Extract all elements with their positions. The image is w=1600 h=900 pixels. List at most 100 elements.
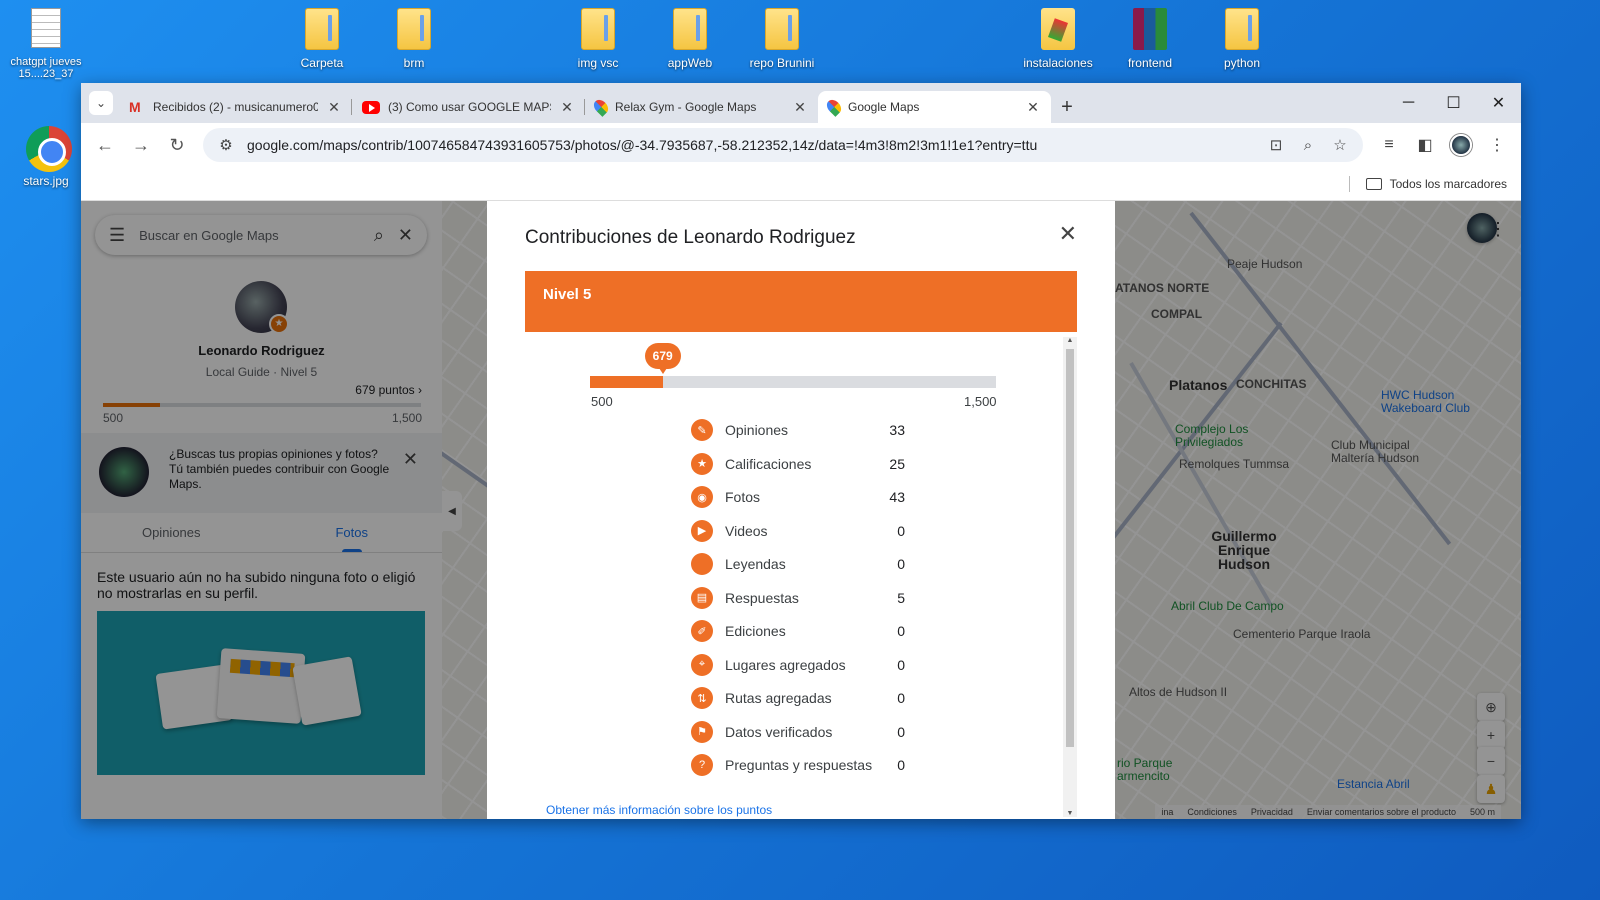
scroll-down-arrow-icon[interactable]: ▼ bbox=[1063, 810, 1077, 817]
desktop-icon-appweb[interactable]: appWeb bbox=[650, 8, 730, 70]
stat-value: 0 bbox=[897, 656, 905, 673]
chevron-down-icon: ⌄ bbox=[95, 96, 107, 110]
maximize-button[interactable]: ☐ bbox=[1431, 83, 1476, 123]
review-icon: ✎ bbox=[691, 419, 713, 441]
back-button[interactable]: ← bbox=[89, 129, 121, 161]
stat-value: 0 bbox=[897, 690, 905, 706]
scroll-up-arrow-icon[interactable]: ▲ bbox=[1063, 337, 1077, 344]
tab-title: (3) Como usar GOOGLE MAPS ( bbox=[388, 100, 551, 114]
close-icon[interactable]: ✕ bbox=[792, 99, 808, 116]
menu-kebab-icon[interactable]: ⋮ bbox=[1481, 129, 1513, 161]
window-controls: ─ ☐ ✕ bbox=[1386, 83, 1521, 123]
close-window-button[interactable]: ✕ bbox=[1476, 83, 1521, 123]
bookmarks-bar: Todos los marcadores bbox=[81, 167, 1521, 201]
tab-youtube[interactable]: (3) Como usar GOOGLE MAPS ( ✕ bbox=[352, 91, 585, 123]
tab-relax-gym[interactable]: Relax Gym - Google Maps ✕ bbox=[585, 91, 818, 123]
chrome-icon bbox=[26, 126, 72, 172]
install-app-icon[interactable]: ⊡ bbox=[1265, 136, 1287, 154]
desktop-icon-stars[interactable]: stars.jpg bbox=[6, 126, 86, 188]
separator bbox=[1348, 175, 1350, 192]
close-icon[interactable]: ✕ bbox=[326, 99, 342, 116]
minimize-button[interactable]: ─ bbox=[1386, 83, 1431, 123]
side-panel-icon[interactable]: ◧ bbox=[1409, 129, 1441, 161]
site-settings-icon[interactable]: ⚙ bbox=[215, 136, 237, 154]
stat-label: Preguntas y respuestas bbox=[725, 757, 873, 773]
stat-row: ▤ Respuestas 5 bbox=[691, 586, 911, 609]
scroll-thumb[interactable] bbox=[1066, 349, 1074, 747]
close-icon: ✕ bbox=[1058, 221, 1077, 246]
tab-title: Relax Gym - Google Maps bbox=[615, 100, 757, 114]
camera-icon: ◉ bbox=[691, 486, 713, 508]
all-bookmarks-link[interactable]: Todos los marcadores bbox=[1390, 177, 1507, 191]
stat-label: Datos verificados bbox=[725, 723, 833, 740]
stat-label: Ediciones bbox=[725, 623, 786, 639]
progress-fill bbox=[590, 376, 663, 388]
progress-min: 500 bbox=[591, 394, 613, 409]
tab-strip: ⌄ M Recibidos (2) - musicanumero0 ✕ (3) … bbox=[81, 83, 1521, 123]
desktop-icon-label: instalaciones bbox=[1023, 56, 1093, 70]
stats-scroll-area[interactable]: 679 500 1,500 ✎ Opiniones 33 ★ Calificacione… bbox=[525, 333, 1077, 819]
edit-icon: ✐ bbox=[691, 620, 713, 642]
place-icon: ⌖ bbox=[691, 653, 713, 676]
stat-row: ✐ Ediciones 0 bbox=[691, 620, 911, 642]
url-text[interactable]: google.com/maps/contrib/1007465847439316… bbox=[247, 137, 1255, 153]
desktop-icon-label: frontend bbox=[1127, 56, 1173, 70]
stat-value: 0 bbox=[897, 757, 905, 773]
stat-label: Opiniones bbox=[725, 422, 789, 438]
desktop-icon-label: python bbox=[1223, 56, 1261, 70]
reload-button[interactable]: ↻ bbox=[161, 129, 193, 161]
reading-list-icon[interactable]: ≡ bbox=[1373, 129, 1405, 161]
desktop-icon-python[interactable]: python bbox=[1202, 8, 1282, 70]
answer-icon: ▤ bbox=[691, 586, 713, 609]
star-icon: ★ bbox=[691, 452, 713, 475]
desktop-icon-repo-brunini[interactable]: repo Brunini bbox=[742, 8, 822, 70]
tab-google-maps[interactable]: Google Maps ✕ bbox=[818, 91, 1051, 123]
star-bookmark-icon[interactable]: ☆ bbox=[1329, 136, 1351, 154]
stat-value: 43 bbox=[889, 489, 905, 505]
desktop-icon-frontend[interactable]: frontend bbox=[1110, 8, 1190, 70]
points-info-link[interactable]: Obtener más información sobre los puntos bbox=[546, 803, 772, 817]
desktop-icon-label: Carpeta bbox=[300, 56, 344, 70]
zoom-icon[interactable]: ⌕ bbox=[1297, 137, 1319, 154]
youtube-icon bbox=[362, 100, 380, 114]
progress-max: 1,500 bbox=[964, 394, 997, 409]
stat-value: 25 bbox=[889, 455, 905, 472]
reload-icon: ↻ bbox=[169, 134, 185, 155]
folder-icon bbox=[305, 8, 339, 50]
close-icon[interactable]: ✕ bbox=[1025, 99, 1041, 116]
folder-gimp-icon bbox=[1041, 8, 1075, 50]
contributions-dialog: Contribuciones de Leonardo Rodriguez ✕ N… bbox=[487, 201, 1115, 819]
profile-button[interactable] bbox=[1445, 129, 1477, 161]
stat-value: 0 bbox=[897, 522, 905, 539]
video-icon: ▶ bbox=[691, 519, 713, 542]
close-dialog-button[interactable]: ✕ bbox=[1059, 221, 1077, 247]
address-bar[interactable]: ⚙ google.com/maps/contrib/10074658474393… bbox=[203, 128, 1363, 162]
stat-row: ✎ Opiniones 33 bbox=[691, 419, 911, 441]
tab-gmail[interactable]: M Recibidos (2) - musicanumero0 ✕ bbox=[119, 91, 352, 123]
scrollbar[interactable]: ▲ ▼ bbox=[1063, 337, 1077, 817]
stat-label: Leyendas bbox=[725, 556, 786, 572]
folder-icon bbox=[1225, 8, 1259, 50]
desktop-icon-carpeta[interactable]: Carpeta bbox=[282, 8, 362, 70]
desktop-icon-instalaciones[interactable]: instalaciones bbox=[1018, 8, 1098, 70]
close-icon[interactable]: ✕ bbox=[559, 99, 575, 116]
desktop-icon-label: repo Brunini bbox=[749, 56, 815, 70]
desktop-icon-label: stars.jpg bbox=[23, 174, 69, 188]
forward-button[interactable]: → bbox=[125, 129, 157, 161]
maps-icon bbox=[591, 97, 611, 117]
stat-value: 0 bbox=[897, 556, 905, 572]
tab-search-button[interactable]: ⌄ bbox=[89, 91, 113, 115]
desktop-icon-chatgpt[interactable]: chatgpt jueves 15....23_37 bbox=[6, 8, 86, 80]
stat-row: ⚑ Datos verificados 0 bbox=[691, 720, 911, 743]
stat-value: 0 bbox=[897, 623, 905, 639]
desktop-icon-img-vsc[interactable]: img vsc bbox=[558, 8, 638, 70]
new-tab-button[interactable]: + bbox=[1051, 91, 1083, 123]
stat-row: Leyendas 0 bbox=[691, 553, 911, 575]
stat-value: 0 bbox=[897, 723, 905, 740]
caption-icon bbox=[691, 553, 713, 575]
desktop-icon-brm[interactable]: brm bbox=[374, 8, 454, 70]
stat-label: Respuestas bbox=[725, 589, 799, 606]
avatar bbox=[1450, 134, 1472, 156]
folder-icon bbox=[1365, 177, 1382, 190]
points-bubble: 679 bbox=[644, 343, 681, 374]
